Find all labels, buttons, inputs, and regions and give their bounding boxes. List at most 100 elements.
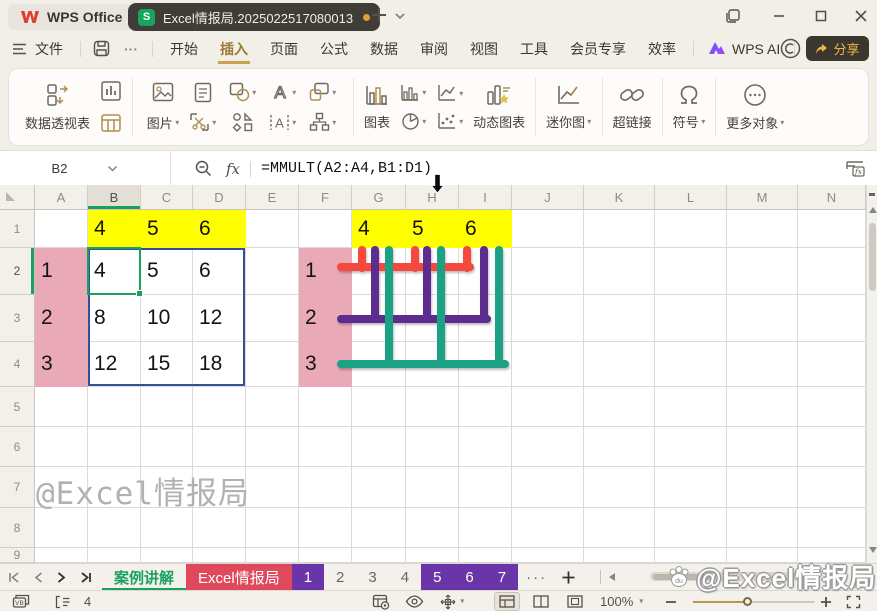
cell-H1[interactable]: 5 — [406, 210, 459, 248]
sheet-tab-2[interactable]: 2 — [324, 564, 356, 591]
cell-K3[interactable] — [584, 295, 655, 342]
theme-icon[interactable] — [780, 38, 801, 59]
cell-C6[interactable] — [141, 427, 193, 467]
sheet-tab-案例讲解[interactable]: 案例讲解 — [102, 564, 186, 591]
minimize-button[interactable] — [766, 4, 792, 28]
last-sheet-button[interactable] — [80, 572, 92, 583]
cell-C8[interactable] — [141, 508, 193, 548]
cell-N9[interactable] — [798, 548, 866, 563]
menu-item-2[interactable]: 页面 — [268, 34, 300, 64]
cell-D8[interactable] — [193, 508, 246, 548]
cell-F6[interactable] — [299, 427, 352, 467]
select-all-corner[interactable] — [0, 185, 35, 210]
cell-I2[interactable] — [459, 248, 512, 295]
cell-A3[interactable]: 2 — [35, 295, 88, 342]
sheet-tab-3[interactable]: 3 — [356, 564, 388, 591]
smart-shapes-button[interactable] — [232, 112, 254, 132]
cell-G8[interactable] — [352, 508, 406, 548]
cell-B2[interactable]: 4 — [88, 248, 141, 295]
cell-M8[interactable] — [727, 508, 798, 548]
cell-D1[interactable]: 6 — [193, 210, 246, 248]
cell-E1[interactable] — [246, 210, 299, 248]
restore-windows-button[interactable] — [720, 4, 746, 28]
menu-item-0[interactable]: 开始 — [168, 34, 200, 64]
visibility-button[interactable] — [405, 591, 424, 611]
row-header-1[interactable]: 1 — [0, 210, 35, 248]
cell-G2[interactable] — [352, 248, 406, 295]
cell-G4[interactable] — [352, 342, 406, 387]
line-chart-button[interactable]: ▾ — [437, 84, 464, 102]
cell-M7[interactable] — [727, 467, 798, 508]
row-header-3[interactable]: 3 — [0, 295, 35, 342]
save-button[interactable] — [93, 40, 110, 57]
cell-E2[interactable] — [246, 248, 299, 295]
cell-K9[interactable] — [584, 548, 655, 563]
cell-G6[interactable] — [352, 427, 406, 467]
sheet-tab-7[interactable]: 7 — [486, 564, 518, 591]
cell-N1[interactable] — [798, 210, 866, 248]
cell-N4[interactable] — [798, 342, 866, 387]
cell-A8[interactable] — [35, 508, 88, 548]
column-header-A[interactable]: A — [35, 185, 88, 210]
cell-K7[interactable] — [584, 467, 655, 508]
cell-A9[interactable] — [35, 548, 88, 563]
cell-A5[interactable] — [35, 387, 88, 427]
cell-L9[interactable] — [655, 548, 727, 563]
cell-A1[interactable] — [35, 210, 88, 248]
formula-input[interactable]: =MMULT(A2:A4,B1:D1) — [261, 160, 432, 177]
cell-H6[interactable] — [406, 427, 459, 467]
scatter-chart-button[interactable]: ▾ — [437, 112, 464, 130]
cell-I5[interactable] — [459, 387, 512, 427]
orgchart-button[interactable]: ▾ — [309, 112, 337, 132]
table-settings-button[interactable] — [372, 591, 390, 611]
insert-picture-dropdown[interactable]: 图片 ▾ — [147, 113, 180, 132]
cell-E5[interactable] — [246, 387, 299, 427]
cell-B3[interactable]: 8 — [88, 295, 141, 342]
cell-G5[interactable] — [352, 387, 406, 427]
selection-pane-button[interactable]: ▾ — [440, 591, 465, 611]
cell-G3[interactable] — [352, 295, 406, 342]
scroll-up-arrow[interactable] — [869, 207, 877, 213]
vertical-scrollbar[interactable] — [866, 185, 877, 563]
pivot-table-button[interactable]: 数据透视表 — [25, 83, 90, 132]
zoom-out-button[interactable] — [665, 591, 677, 611]
row-header-4[interactable]: 4 — [0, 342, 35, 387]
screenshot-button[interactable]: ▾ — [189, 112, 217, 132]
cell-J1[interactable] — [512, 210, 584, 248]
zoom-in-button[interactable] — [820, 591, 832, 611]
cell-E6[interactable] — [246, 427, 299, 467]
maximize-button[interactable] — [808, 4, 834, 28]
cell-H3[interactable] — [406, 295, 459, 342]
cell-C1[interactable]: 5 — [141, 210, 193, 248]
hyperlink-button[interactable]: 超链接 — [613, 84, 652, 131]
name-box[interactable]: B2 — [0, 151, 171, 186]
cell-B5[interactable] — [88, 387, 141, 427]
row-header-8[interactable]: 8 — [0, 508, 35, 548]
cell-K4[interactable] — [584, 342, 655, 387]
cell-C4[interactable]: 15 — [141, 342, 193, 387]
sparkline-button[interactable]: 迷你图▾ — [546, 84, 592, 131]
share-button[interactable]: 分享 — [806, 36, 869, 61]
cell-J9[interactable] — [512, 548, 584, 563]
cell-K1[interactable] — [584, 210, 655, 248]
column-header-N[interactable]: N — [798, 185, 866, 210]
horizontal-scroll-thumb[interactable] — [653, 574, 715, 580]
row-header-5[interactable]: 5 — [0, 387, 35, 427]
cell-I8[interactable] — [459, 508, 512, 548]
cell-N3[interactable] — [798, 295, 866, 342]
cell-H7[interactable] — [406, 467, 459, 508]
cell-E7[interactable] — [246, 467, 299, 508]
cell-F3[interactable]: 2 — [299, 295, 352, 342]
cell-D9[interactable] — [193, 548, 246, 563]
horizontal-scrollbar[interactable] — [650, 572, 806, 581]
collapse-formula-icon[interactable] — [195, 160, 212, 177]
table-button[interactable] — [100, 112, 122, 134]
cell-H9[interactable] — [406, 548, 459, 563]
new-tab-button[interactable] — [370, 6, 388, 24]
cell-F9[interactable] — [299, 548, 352, 563]
close-button[interactable] — [848, 4, 874, 28]
hscroll-left-arrow[interactable] — [609, 573, 615, 581]
sheet-tab-Excel情报局[interactable]: Excel情报局 — [186, 564, 292, 591]
cell-N5[interactable] — [798, 387, 866, 427]
recommended-pivot-button[interactable] — [100, 80, 122, 102]
